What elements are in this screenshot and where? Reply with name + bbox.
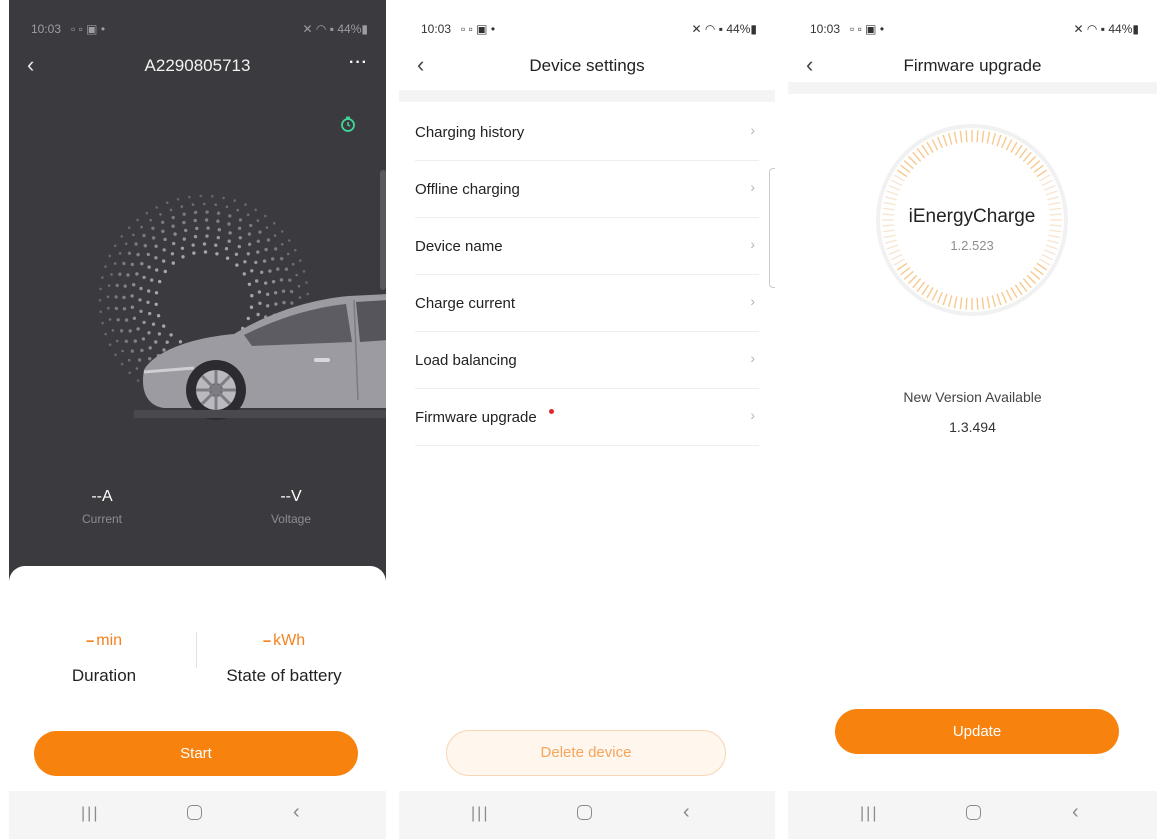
battery-icon: ▮ [361, 22, 368, 36]
settings-list: Charging history › Offline charging › Device… [415, 104, 759, 446]
settings-row-label: Charging history [415, 124, 525, 141]
battery-stat: -- kWh State of battery [209, 632, 359, 686]
chevron-right-icon: › [750, 293, 755, 309]
voltage-meter: --V Voltage [231, 488, 351, 526]
status-notifications: ▫ ▫ ▣ • [461, 22, 496, 36]
wifi-icon: ◠ [315, 22, 327, 36]
status-time: 10:03 [421, 22, 452, 36]
page-title: Device settings [529, 56, 645, 75]
version-ring: iEnergyCharge 1.2.523 [872, 120, 1072, 320]
wifi-icon: ◠ [704, 22, 716, 36]
status-icons: ✕ ◠ ▪ 44%▮ [692, 22, 757, 36]
mute-icon: ✕ [691, 22, 702, 36]
timer-icon[interactable] [340, 116, 356, 132]
new-version-number: 1.3.494 [949, 419, 996, 435]
battery-level: 44% [337, 22, 362, 36]
settings-row[interactable]: Device name › [415, 218, 759, 275]
voltage-value: --V [280, 488, 302, 505]
status-bar: 10:03 ▫ ▫ ▣ • ✕ ◠ ▪ 44%▮ [9, 0, 386, 40]
nav-back-icon[interactable]: ‹ [1072, 801, 1079, 824]
stat-divider [196, 632, 197, 668]
mute-icon: ✕ [302, 22, 313, 36]
current-label: Current [81, 512, 122, 526]
status-notifications: ▫ ▫ ▣ • [71, 22, 106, 36]
scroll-indicator [769, 168, 775, 288]
update-button[interactable]: Update [835, 709, 1119, 754]
settings-row-label: Firmware upgrade [415, 409, 537, 426]
current-meter: --A Current [42, 488, 162, 526]
home-icon[interactable] [577, 805, 592, 825]
system-nav-bar: ||| ‹ [399, 791, 775, 839]
update-badge [549, 409, 554, 414]
new-version-label: New Version Available [903, 389, 1042, 405]
chevron-right-icon: › [750, 122, 755, 138]
app-name: iEnergyCharge [908, 206, 1036, 227]
current-version: 1.2.523 [950, 238, 994, 253]
settings-row[interactable]: Charge current › [415, 275, 759, 332]
duration-stat: -- min Duration [29, 632, 179, 686]
settings-header: ‹ Device settings [399, 48, 775, 88]
battery-level: 44% [1108, 22, 1133, 36]
header-divider [788, 82, 1157, 94]
settings-row-label: Charge current [415, 295, 516, 312]
delete-device-button[interactable]: Delete device [446, 730, 726, 776]
settings-row-label: Load balancing [415, 352, 517, 369]
more-icon[interactable]: ··· [349, 54, 368, 72]
status-icons: ✕ ◠ ▪ 44%▮ [1074, 22, 1139, 36]
home-icon[interactable] [966, 805, 981, 825]
start-button[interactable]: Start [34, 731, 358, 776]
status-time: 10:03 [31, 22, 62, 36]
battery-icon: ▮ [750, 22, 757, 36]
duration-label: Duration [71, 666, 137, 685]
charger-screen: 10:03 ▫ ▫ ▣ • ✕ ◠ ▪ 44%▮ ‹ A2290805713 ·… [9, 0, 386, 839]
status-icons: ✕ ◠ ▪ 44%▮ [303, 22, 368, 36]
settings-row[interactable]: Firmware upgrade › [415, 389, 759, 446]
page-title: A2290805713 [144, 56, 251, 75]
system-nav-bar: ||| ‹ [9, 791, 386, 839]
chevron-right-icon: › [750, 350, 755, 366]
battery-icon: ▮ [1132, 22, 1139, 36]
settings-row-label: Device name [415, 238, 503, 255]
duration-unit: min [96, 632, 123, 649]
recent-apps-icon[interactable]: ||| [471, 805, 489, 823]
battery-value: -- [262, 632, 271, 648]
system-nav-bar: ||| ‹ [788, 791, 1157, 839]
signal-icon: ▪ [1100, 22, 1106, 36]
mute-icon: ✕ [1073, 22, 1084, 36]
settings-screen: 10:03 ▫ ▫ ▣ • ✕ ◠ ▪ 44%▮ ‹ Device settin… [399, 0, 775, 839]
settings-row[interactable]: Charging history › [415, 104, 759, 161]
status-bar: 10:03 ▫ ▫ ▣ • ✕ ◠ ▪ 44%▮ [399, 0, 775, 40]
scrollbar[interactable] [380, 170, 386, 290]
recent-apps-icon[interactable]: ||| [860, 805, 878, 823]
chevron-right-icon: › [750, 236, 755, 252]
battery-label: State of battery [226, 666, 342, 685]
page-title: Firmware upgrade [903, 56, 1042, 75]
chevron-right-icon: › [750, 179, 755, 195]
recent-apps-icon[interactable]: ||| [81, 805, 99, 823]
status-notifications: ▫ ▫ ▣ • [850, 22, 885, 36]
chevron-right-icon: › [750, 407, 755, 423]
home-icon[interactable] [187, 805, 202, 825]
charger-header: ‹ A2290805713 ··· [9, 48, 386, 88]
voltage-label: Voltage [270, 512, 312, 526]
settings-row[interactable]: Load balancing › [415, 332, 759, 389]
header-divider [399, 90, 775, 102]
nav-back-icon[interactable]: ‹ [683, 801, 690, 824]
settings-row[interactable]: Offline charging › [415, 161, 759, 218]
wifi-icon: ◠ [1086, 22, 1098, 36]
battery-unit: kWh [273, 632, 306, 649]
signal-icon: ▪ [329, 22, 335, 36]
settings-row-label: Offline charging [415, 181, 520, 198]
signal-icon: ▪ [718, 22, 724, 36]
nav-back-icon[interactable]: ‹ [293, 801, 300, 824]
status-bar: 10:03 ▫ ▫ ▣ • ✕ ◠ ▪ 44%▮ [788, 0, 1157, 40]
firmware-screen: 10:03 ▫ ▫ ▣ • ✕ ◠ ▪ 44%▮ ‹ Firmware upgr… [788, 0, 1157, 839]
duration-value: -- [85, 632, 94, 648]
car-image [134, 294, 386, 420]
battery-level: 44% [726, 22, 751, 36]
current-value: --A [91, 488, 113, 505]
status-time: 10:03 [810, 22, 841, 36]
